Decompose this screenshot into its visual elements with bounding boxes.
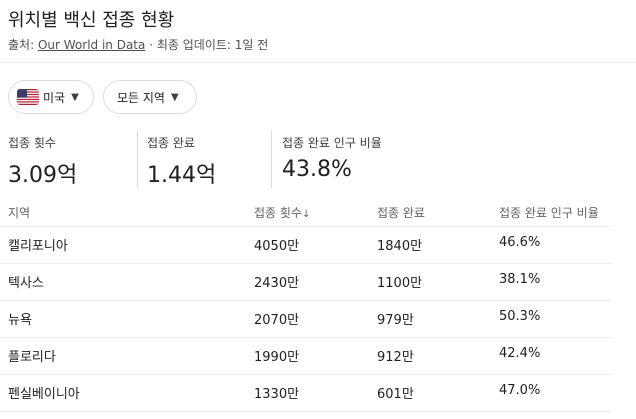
- cell-percent: 46.6%: [499, 235, 541, 250]
- cell-percent: 47.0%: [499, 383, 541, 398]
- cell-doses: 4050만: [254, 239, 300, 254]
- last-updated: 최종 업데이트: 1일 전: [156, 38, 269, 52]
- stat-value: 3.09억: [8, 163, 78, 188]
- cell-region: 뉴욕: [8, 313, 32, 328]
- row-divider: [0, 411, 612, 412]
- stat-value: 1.44억: [147, 163, 217, 188]
- cell-region: 텍사스: [8, 276, 44, 291]
- column-header-doses-label: 접종 횟수: [254, 206, 302, 220]
- region-label: 모든 지역: [117, 90, 165, 105]
- stat-divider: [271, 130, 272, 188]
- cell-fully-vaccinated: 1840만: [377, 239, 423, 254]
- cell-fully-vaccinated: 601만: [377, 387, 414, 402]
- cell-fully-vaccinated: 979만: [377, 313, 414, 328]
- cell-percent: 42.4%: [499, 346, 541, 361]
- caret-down-icon: ▼: [170, 91, 179, 103]
- page-title: 위치별 백신 접종 현황: [8, 10, 175, 31]
- cell-region: 플로리다: [8, 350, 56, 365]
- cell-percent: 38.1%: [499, 272, 541, 287]
- row-divider: [0, 300, 612, 301]
- cell-doses: 2070만: [254, 313, 300, 328]
- caret-down-icon: ▼: [71, 91, 79, 103]
- source-line: 출처: Our World in Data · 최종 업데이트: 1일 전: [8, 36, 268, 53]
- cell-percent: 50.3%: [499, 309, 541, 324]
- header-divider: [0, 62, 636, 63]
- country-dropdown[interactable]: 미국 ▼: [8, 80, 94, 114]
- stat-label: 접종 완료 인구 비율: [282, 136, 382, 150]
- cell-fully-vaccinated: 1100만: [377, 276, 423, 291]
- us-flag-icon: [17, 89, 39, 105]
- stat-percent-vaccinated: 접종 완료 인구 비율 43.8%: [282, 134, 382, 182]
- country-label: 미국: [43, 90, 66, 105]
- cell-doses: 1990만: [254, 350, 300, 365]
- arrow-down-icon: ↓: [301, 209, 311, 220]
- source-prefix: 출처:: [8, 38, 35, 52]
- source-separator: ·: [149, 38, 154, 52]
- row-divider: [0, 337, 612, 338]
- stat-value: 43.8%: [282, 157, 352, 182]
- stat-divider: [137, 130, 138, 188]
- stat-doses: 접종 횟수 3.09억: [8, 134, 77, 189]
- column-header-region[interactable]: 지역: [8, 204, 30, 221]
- column-header-percent[interactable]: 접종 완료 인구 비율: [499, 204, 599, 221]
- stat-label: 접종 횟수: [8, 136, 56, 150]
- region-dropdown[interactable]: 모든 지역 ▼: [103, 80, 197, 114]
- row-divider: [0, 226, 612, 227]
- stat-label: 접종 완료: [147, 136, 195, 150]
- cell-region: 캘리포니아: [8, 239, 68, 254]
- row-divider: [0, 263, 612, 264]
- cell-fully-vaccinated: 912만: [377, 350, 414, 365]
- stat-fully-vaccinated: 접종 완료 1.44억: [147, 134, 216, 189]
- source-link[interactable]: Our World in Data: [38, 38, 145, 52]
- cell-region: 펜실베이니아: [8, 387, 80, 402]
- column-header-doses[interactable]: 접종 횟수↓: [254, 204, 310, 221]
- cell-doses: 1330만: [254, 387, 300, 402]
- row-divider: [0, 374, 612, 375]
- column-header-fully-vaccinated[interactable]: 접종 완료: [377, 204, 425, 221]
- cell-doses: 2430만: [254, 276, 300, 291]
